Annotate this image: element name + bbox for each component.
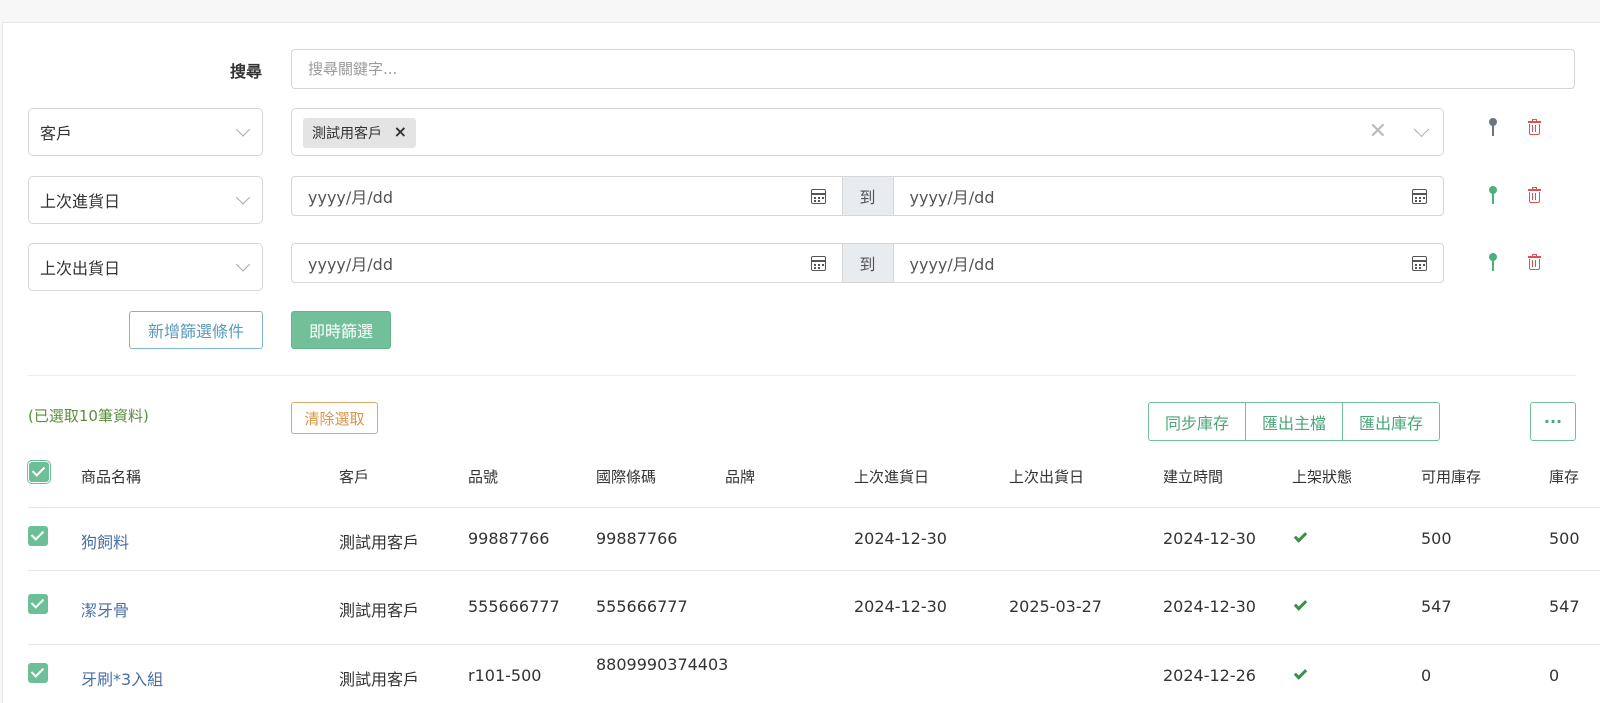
calendar-icon[interactable]	[810, 256, 826, 271]
date-range-last-outbound: yyyy/月/dd 到 yyyy/月/dd	[291, 243, 1444, 283]
column-header[interactable]: 品號	[468, 466, 498, 487]
cell-created: 2024-12-30	[1163, 529, 1256, 548]
cell-barcode: 8809990374403	[596, 655, 729, 674]
row-divider	[28, 570, 1600, 571]
row-checkbox[interactable]	[28, 594, 48, 614]
column-header[interactable]: 客戶	[339, 466, 369, 487]
remove-tag-icon[interactable]: ×	[394, 122, 407, 141]
date-range-last-inbound: yyyy/月/dd 到 yyyy/月/dd	[291, 176, 1444, 216]
column-header[interactable]: 國際條碼	[596, 466, 656, 487]
cell-stock: 547	[1549, 597, 1580, 616]
cell-sku: 555666777	[468, 597, 560, 616]
cell-available-stock: 500	[1421, 529, 1452, 548]
action-button-group: 同步庫存 匯出主檔 匯出庫存	[1148, 402, 1441, 441]
more-actions-button[interactable]: ···	[1530, 402, 1576, 441]
date-to-input[interactable]: yyyy/月/dd	[892, 176, 1444, 216]
date-placeholder: yyyy/月/dd	[909, 188, 995, 207]
tag-label: 測試用客戶	[312, 126, 382, 142]
filter-field-select-last-inbound[interactable]: 上次進貨日	[28, 176, 263, 224]
pin-icon[interactable]	[1489, 118, 1497, 136]
apply-filter-button[interactable]: 即時篩選	[291, 311, 391, 349]
customer-multiselect[interactable]: 測試用客戶 × ✕	[291, 108, 1444, 156]
cell-sku: 99887766	[468, 529, 550, 548]
cell-last-outbound: 2025-03-27	[1009, 597, 1102, 616]
trash-icon[interactable]	[1528, 254, 1541, 270]
row-divider	[28, 644, 1600, 645]
column-header[interactable]: 品牌	[725, 466, 755, 487]
cell-customer: 測試用客戶	[339, 533, 420, 552]
date-placeholder: yyyy/月/dd	[308, 188, 393, 207]
product-name-link[interactable]: 狗飼料	[81, 529, 129, 553]
chevron-down-icon	[235, 190, 251, 205]
cell-stock: 0	[1549, 666, 1560, 685]
column-header[interactable]: 上次進貨日	[854, 466, 929, 487]
chevron-down-icon	[235, 257, 251, 272]
calendar-icon[interactable]	[810, 189, 826, 204]
sync-stock-button[interactable]: 同步庫存	[1148, 402, 1247, 441]
pin-icon[interactable]	[1489, 253, 1497, 271]
column-header[interactable]: 上架狀態	[1292, 466, 1352, 487]
cell-customer: 測試用客戶	[339, 670, 420, 689]
product-name-link[interactable]: 牙刷*3入組	[81, 666, 163, 690]
add-filter-button[interactable]: 新增篩選條件	[129, 311, 263, 349]
pin-icon[interactable]	[1489, 186, 1497, 204]
date-range-separator: 到	[842, 243, 893, 283]
cell-sku: r101-500	[468, 666, 542, 685]
date-placeholder: yyyy/月/dd	[909, 255, 995, 274]
column-header[interactable]: 商品名稱	[81, 466, 141, 487]
row-checkbox[interactable]	[28, 663, 48, 683]
divider	[28, 375, 1576, 376]
top-bar	[0, 0, 1600, 22]
filter-field-select-last-outbound[interactable]: 上次出貨日	[28, 243, 263, 291]
clear-icon[interactable]: ✕	[1369, 119, 1387, 144]
filter-field-label: 上次進貨日	[40, 192, 121, 211]
selected-tag: 測試用客戶 ×	[303, 118, 416, 148]
filter-field-select-customer[interactable]: 客戶	[28, 108, 263, 156]
date-range-separator: 到	[842, 176, 893, 216]
cell-customer: 測試用客戶	[339, 601, 420, 620]
export-master-button[interactable]: 匯出主檔	[1245, 402, 1344, 441]
row-divider	[28, 507, 1600, 508]
calendar-icon[interactable]	[1412, 256, 1427, 271]
date-placeholder: yyyy/月/dd	[308, 255, 393, 274]
cell-barcode: 555666777	[596, 597, 688, 616]
clear-selection-button[interactable]: 清除選取	[291, 402, 378, 434]
trash-icon[interactable]	[1528, 119, 1541, 135]
column-header[interactable]: 庫存	[1549, 466, 1579, 487]
search-input[interactable]	[291, 49, 1575, 89]
date-from-input[interactable]: yyyy/月/dd	[291, 243, 843, 283]
select-all-checkbox[interactable]	[27, 460, 51, 484]
cell-available-stock: 0	[1421, 666, 1432, 685]
column-header[interactable]: 可用庫存	[1421, 466, 1481, 487]
cell-stock: 500	[1549, 529, 1580, 548]
cell-last-inbound: 2024-12-30	[854, 597, 947, 616]
date-to-input[interactable]: yyyy/月/dd	[892, 243, 1444, 283]
trash-icon[interactable]	[1528, 187, 1541, 203]
cell-available-stock: 547	[1421, 597, 1452, 616]
column-header[interactable]: 建立時間	[1163, 466, 1223, 487]
cell-barcode: 99887766	[596, 529, 678, 548]
date-from-input[interactable]: yyyy/月/dd	[291, 176, 843, 216]
search-label: 搜尋	[229, 62, 262, 81]
chevron-down-icon[interactable]	[1413, 121, 1430, 138]
cell-created: 2024-12-30	[1163, 597, 1256, 616]
cell-last-inbound: 2024-12-30	[854, 529, 947, 548]
calendar-icon[interactable]	[1412, 189, 1427, 204]
column-header[interactable]: 上次出貨日	[1009, 466, 1084, 487]
chevron-down-icon	[235, 122, 251, 137]
export-stock-button[interactable]: 匯出庫存	[1342, 402, 1441, 441]
product-name-link[interactable]: 潔牙骨	[81, 597, 129, 621]
filter-field-label: 客戶	[40, 124, 73, 143]
row-checkbox[interactable]	[28, 526, 48, 546]
selection-count: (已選取10筆資料)	[28, 407, 149, 425]
cell-created: 2024-12-26	[1163, 666, 1256, 685]
filter-field-label: 上次出貨日	[40, 259, 121, 278]
